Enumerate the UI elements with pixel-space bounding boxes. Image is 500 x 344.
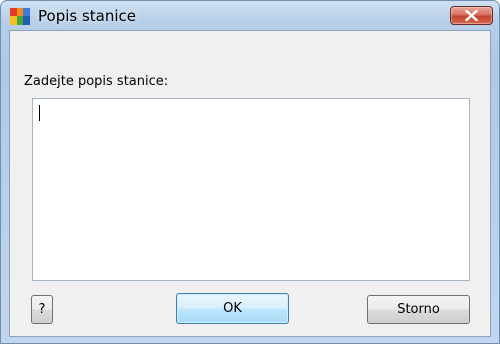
description-field[interactable] xyxy=(32,98,470,281)
close-button[interactable] xyxy=(450,6,493,25)
ok-button[interactable]: OK xyxy=(176,293,289,324)
help-button[interactable]: ? xyxy=(31,295,53,324)
description-label: Zadejte popis stanice: xyxy=(24,74,169,89)
title-bar[interactable]: Popis stanice xyxy=(1,1,499,30)
avg-logo-icon xyxy=(10,8,30,25)
text-caret xyxy=(39,105,40,121)
close-icon xyxy=(465,10,478,21)
cancel-button[interactable]: Storno xyxy=(367,295,470,324)
window-title: Popis stanice xyxy=(38,7,136,25)
